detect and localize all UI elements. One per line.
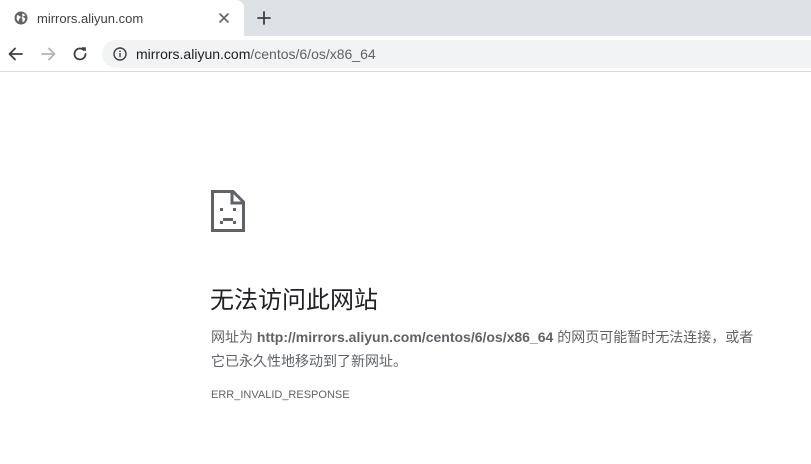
error-code: ERR_INVALID_RESPONSE	[211, 389, 350, 401]
url-host: mirrors.aliyun.com	[136, 46, 251, 62]
plus-icon[interactable]	[255, 9, 273, 27]
active-tab[interactable]: mirrors.aliyun.com	[0, 0, 244, 36]
forward-arrow-icon[interactable]	[38, 44, 58, 64]
error-message-suffix: 的网页可能暂时无法连接，或者	[553, 329, 754, 345]
reload-icon[interactable]	[70, 44, 90, 64]
close-icon[interactable]	[216, 10, 232, 26]
url-path: /centos/6/os/x86_64	[250, 46, 376, 62]
error-message-url: http://mirrors.aliyun.com/centos/6/os/x8…	[256, 329, 554, 345]
error-page: 无法访问此网站 网址为 http://mirrors.aliyun.com/ce…	[0, 73, 811, 464]
info-icon[interactable]	[113, 47, 127, 61]
tab-strip: mirrors.aliyun.com	[0, 0, 811, 36]
url-text[interactable]: mirrors.aliyun.com/centos/6/os/x86_64	[136, 46, 376, 62]
browser-toolbar: mirrors.aliyun.com/centos/6/os/x86_64	[0, 36, 811, 72]
error-heading: 无法访问此网站	[210, 287, 378, 314]
sad-page-icon	[211, 190, 245, 232]
error-message: 网址为 http://mirrors.aliyun.com/centos/6/o…	[211, 325, 811, 373]
address-bar[interactable]: mirrors.aliyun.com/centos/6/os/x86_64	[102, 40, 811, 68]
tab-title: mirrors.aliyun.com	[37, 11, 144, 26]
globe-icon	[14, 11, 28, 25]
back-arrow-icon[interactable]	[6, 44, 26, 64]
error-message-prefix: 网址为	[211, 329, 257, 345]
error-message-line2: 它已永久性地移动到了新网址。	[211, 353, 407, 369]
